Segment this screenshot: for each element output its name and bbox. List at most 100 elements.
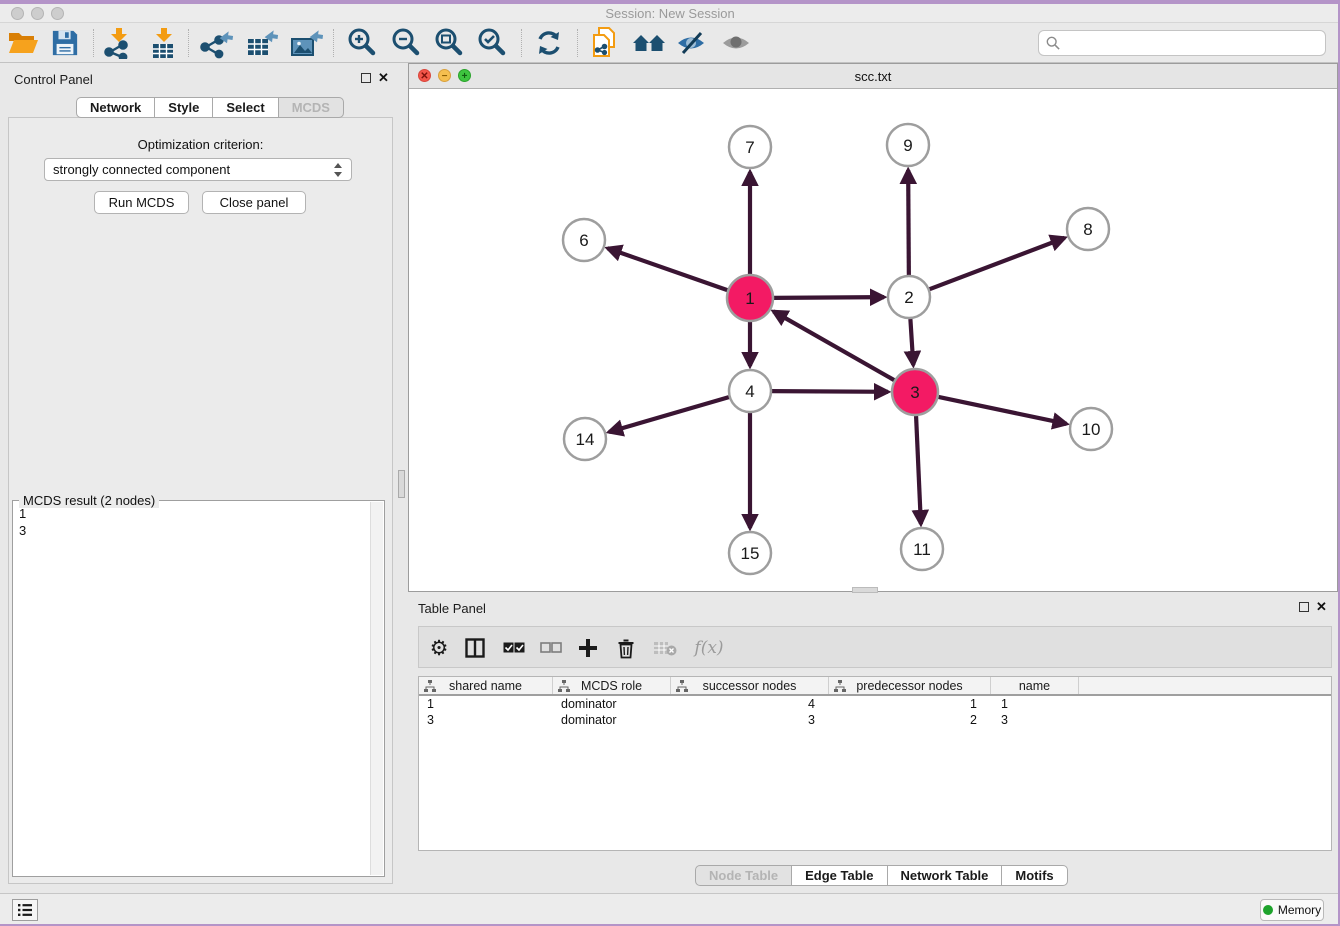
graph-edge-4-3[interactable]: [772, 391, 888, 392]
zoom-fit-button[interactable]: [430, 27, 468, 59]
network-canvas[interactable]: 7968124314101511: [409, 89, 1337, 591]
import-network-button[interactable]: [99, 27, 137, 59]
trash-icon: [617, 638, 635, 659]
show-columns-button[interactable]: [459, 632, 491, 664]
graph-edge-3-1[interactable]: [773, 311, 894, 380]
search-input[interactable]: [1064, 33, 1325, 53]
delete-column-button[interactable]: [610, 632, 642, 664]
export-table-button[interactable]: [243, 27, 281, 59]
window-zoom-button[interactable]: [51, 7, 64, 20]
graph-edge-2-9[interactable]: [908, 170, 909, 275]
node-table[interactable]: shared name MCDS role successor nodes pr…: [418, 676, 1332, 851]
network-graph[interactable]: 7968124314101511: [409, 89, 1337, 591]
tab-mcds[interactable]: MCDS: [278, 97, 344, 118]
home-layout-button[interactable]: [630, 27, 668, 59]
zoom-in-button[interactable]: [343, 27, 381, 59]
control-panel-tabs: Network Style Select MCDS: [76, 97, 344, 118]
cell-name[interactable]: 3: [991, 712, 1079, 728]
network-view-window: ✕ − + scc.txt 7968124314101511: [408, 63, 1338, 592]
cell-mcds-role[interactable]: dominator: [553, 712, 671, 728]
unchecked-boxes-icon: [540, 642, 562, 654]
tab-edge-table[interactable]: Edge Table: [791, 865, 887, 886]
column-header-predecessor-nodes[interactable]: predecessor nodes: [829, 677, 991, 694]
toolbar-search-field[interactable]: [1038, 30, 1326, 56]
tab-network[interactable]: Network: [76, 97, 155, 118]
cell-predecessor-nodes[interactable]: 2: [829, 712, 991, 728]
tab-network-table[interactable]: Network Table: [887, 865, 1003, 886]
horizontal-splitter-grip[interactable]: [852, 587, 878, 593]
column-header-name[interactable]: name: [991, 677, 1079, 694]
zoom-out-button[interactable]: [387, 27, 425, 59]
cell-predecessor-nodes[interactable]: 1: [829, 696, 991, 712]
network-maximize-button[interactable]: +: [458, 69, 471, 82]
function-builder-button-disabled: f(x): [687, 632, 731, 664]
column-header-mcds-role[interactable]: MCDS role: [553, 677, 671, 694]
hide-details-button[interactable]: [673, 27, 711, 59]
network-minimize-button[interactable]: −: [438, 69, 451, 82]
network-close-button[interactable]: ✕: [418, 69, 431, 82]
run-mcds-button[interactable]: Run MCDS: [94, 191, 189, 214]
task-history-button[interactable]: [12, 899, 38, 921]
tab-node-table[interactable]: Node Table: [695, 865, 792, 886]
tab-motifs[interactable]: Motifs: [1001, 865, 1067, 886]
save-session-button[interactable]: [46, 27, 84, 59]
graph-edge-3-10[interactable]: [938, 397, 1066, 424]
graph-edge-3-11[interactable]: [916, 416, 921, 524]
control-panel-header: Control Panel ✕: [0, 63, 401, 97]
cell-shared-name[interactable]: 3: [419, 712, 553, 728]
open-session-button[interactable]: [4, 27, 42, 59]
cell-name[interactable]: 1: [991, 696, 1079, 712]
table-row[interactable]: 3 dominator 3 2 3: [419, 712, 1331, 728]
graph-edge-4-14[interactable]: [609, 397, 729, 432]
control-panel-close-icon[interactable]: ✕: [378, 73, 389, 83]
cell-shared-name[interactable]: 1: [419, 696, 553, 712]
cell-successor-nodes[interactable]: 4: [671, 696, 829, 712]
unselect-all-columns-button[interactable]: [535, 632, 567, 664]
zoom-selected-button[interactable]: [473, 27, 511, 59]
mcds-result-line: 1: [19, 505, 26, 522]
app-titlebar: Session: New Session: [0, 4, 1340, 23]
column-header-successor-nodes[interactable]: successor nodes: [671, 677, 829, 694]
close-panel-button[interactable]: Close panel: [202, 191, 306, 214]
column-header-shared-name[interactable]: shared name: [419, 677, 553, 694]
graph-edge-1-6[interactable]: [608, 248, 728, 290]
column-label: name: [1019, 679, 1050, 693]
import-table-icon: [147, 27, 179, 59]
refresh-button[interactable]: [530, 27, 568, 59]
open-folder-icon: [8, 30, 38, 56]
export-network-button[interactable]: [198, 27, 236, 59]
control-panel-float-icon[interactable]: [361, 73, 371, 83]
table-options-button[interactable]: ⚙: [423, 632, 455, 664]
criterion-select[interactable]: strongly connected component: [44, 158, 352, 181]
cell-mcds-role[interactable]: dominator: [553, 696, 671, 712]
result-scrollbar[interactable]: [370, 502, 383, 875]
table-toolbar: ⚙ f(x): [418, 626, 1332, 668]
graph-node-label: 9: [903, 136, 912, 155]
zoom-selected-icon: [476, 27, 508, 59]
table-panel-tabs: Node Table Edge Table Network Table Moti…: [695, 865, 1068, 886]
import-table-button[interactable]: [144, 27, 182, 59]
tab-select[interactable]: Select: [212, 97, 278, 118]
export-image-button[interactable]: [287, 27, 325, 59]
graph-edge-2-3[interactable]: [910, 319, 913, 365]
table-row[interactable]: 1 dominator 4 1 1: [419, 696, 1331, 712]
graph-node-label: 7: [745, 138, 754, 157]
graph-node-label: 14: [576, 430, 595, 449]
select-all-columns-button[interactable]: [498, 632, 530, 664]
clone-network-button[interactable]: [586, 27, 624, 59]
memory-button[interactable]: Memory: [1260, 899, 1324, 921]
show-details-button[interactable]: [718, 27, 756, 59]
table-panel-header: Table Panel ✕: [408, 594, 1340, 624]
create-column-button[interactable]: [572, 632, 604, 664]
graph-edge-2-8[interactable]: [930, 238, 1065, 289]
window-close-button[interactable]: [11, 7, 24, 20]
copy-network-document-icon: [589, 26, 621, 60]
tab-style[interactable]: Style: [154, 97, 213, 118]
vertical-splitter-grip[interactable]: [398, 470, 405, 498]
window-minimize-button[interactable]: [31, 7, 44, 20]
status-bar: Memory: [0, 893, 1340, 926]
table-panel-float-icon[interactable]: [1299, 602, 1309, 612]
table-panel-close-icon[interactable]: ✕: [1316, 602, 1327, 612]
graph-edge-1-2[interactable]: [774, 297, 884, 298]
cell-successor-nodes[interactable]: 3: [671, 712, 829, 728]
